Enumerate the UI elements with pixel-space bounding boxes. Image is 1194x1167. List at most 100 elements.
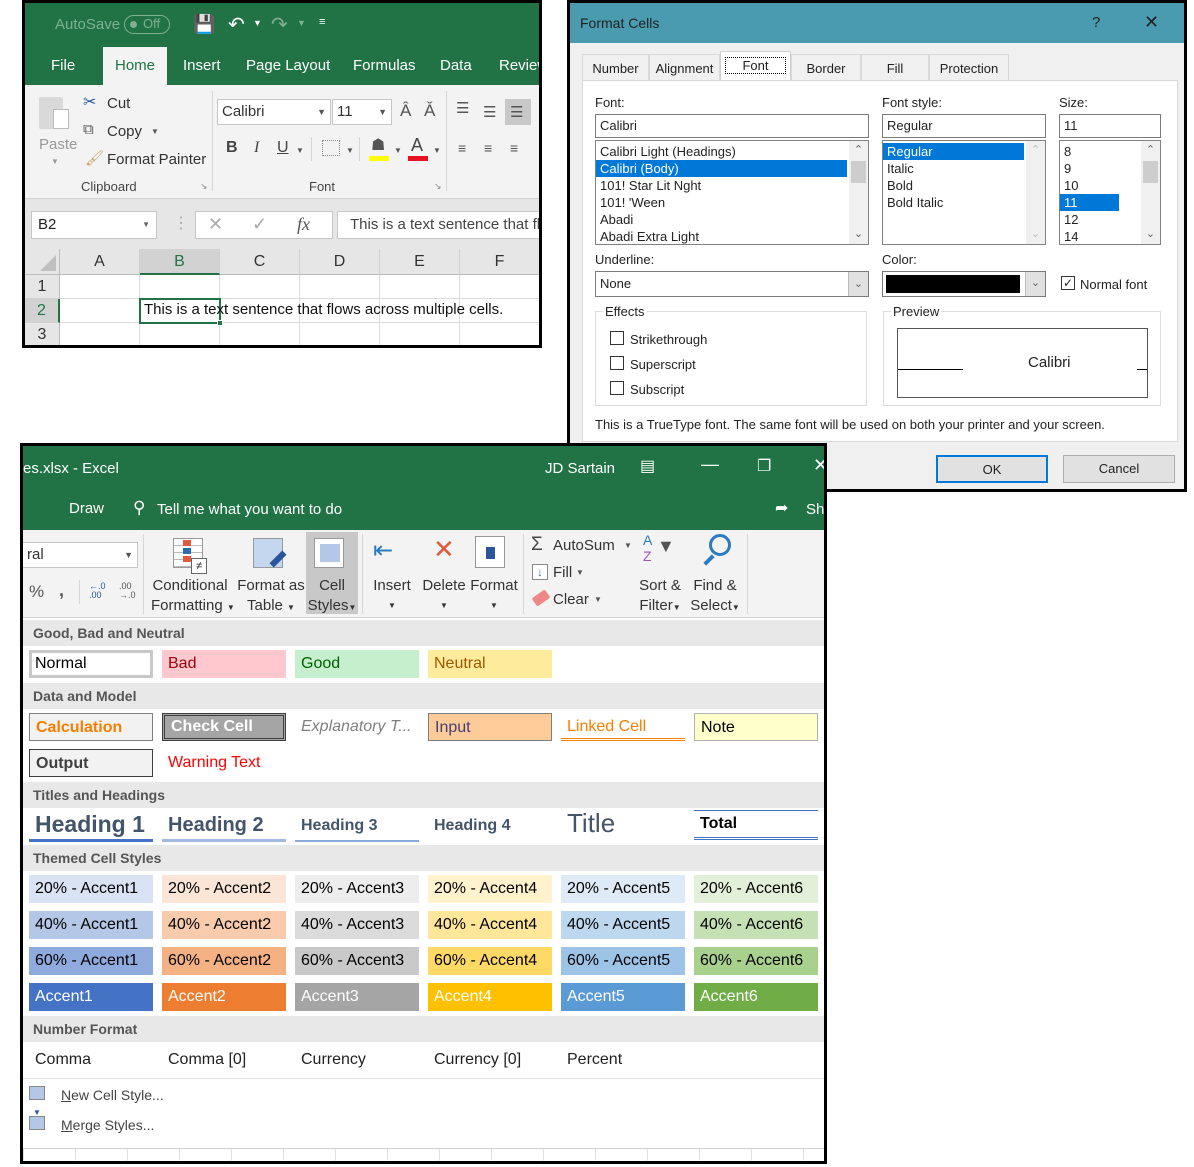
scroll-down-icon[interactable]: ⌄ [1141,227,1160,240]
font-style-scrollbar[interactable]: ⌃ ⌄ [1026,141,1045,244]
ribbon-display-icon[interactable]: ▤ [640,456,655,476]
cell-style-40-accent4[interactable]: 40% - Accent4 [428,911,552,939]
cell-style-currency[interactable]: Currency [295,1046,419,1074]
increase-decimal-icon[interactable]: ←.0.00 [89,582,106,600]
fill-dropdown-icon[interactable]: ▼ [394,146,402,155]
tab-font[interactable]: Font [720,51,791,82]
user-name[interactable]: JD Sartain [545,460,615,477]
cell-style-input[interactable]: Input [428,713,552,741]
cell-style-20-accent3[interactable]: 20% - Accent3 [295,875,419,903]
minimize-icon[interactable]: — [701,454,719,475]
cell-style-40-accent3[interactable]: 40% - Accent3 [295,911,419,939]
row-header-1[interactable]: 1 [25,275,60,299]
font-color-dropdown-icon[interactable]: ▼ [433,146,441,155]
font-size-combo[interactable]: 11 ▼ [332,99,392,125]
bottom-align-button[interactable]: ☰ [505,99,531,125]
paste-dropdown-icon[interactable]: ▼ [51,157,59,166]
column-header-a[interactable]: A [60,249,140,275]
cell-style-calculation[interactable]: Calculation [29,713,153,741]
cell-style-60-accent3[interactable]: 60% - Accent3 [295,947,419,975]
cell-style-accent2[interactable]: Accent2 [162,983,286,1011]
cut-button[interactable]: Cut [107,95,130,112]
share-button[interactable]: Sha [806,501,824,518]
copy-dropdown-icon[interactable]: ▼ [151,127,159,136]
strikethrough-label[interactable]: Strikethrough [630,332,707,347]
subscript-checkbox[interactable] [610,381,624,395]
undo-dropdown-icon[interactable]: ▼ [253,18,262,28]
paste-label[interactable]: Paste [39,136,77,153]
cell-style-accent1[interactable]: Accent1 [29,983,153,1011]
cell-style-title[interactable]: Title [561,810,685,842]
cell-style-bad[interactable]: Bad [162,650,286,678]
align-right-icon[interactable]: ≡ [510,140,518,156]
cell-style-check-cell[interactable]: Check Cell [162,713,286,741]
normal-font-label[interactable]: Normal font [1080,277,1147,292]
size-list-scrollbar[interactable]: ⌃ ⌄ [1141,141,1160,244]
select-all-button[interactable] [25,249,60,275]
format-painter-button[interactable]: Format Painter [107,151,206,168]
size-option[interactable]: 8 [1060,143,1140,160]
redo-dropdown-icon[interactable]: ▼ [297,18,306,28]
comma-style-button[interactable]: , [59,580,64,601]
cell-style-heading-3[interactable]: Heading 3 [295,810,419,842]
font-list-option[interactable]: 101! Star Lit Nght [596,177,868,194]
cell-style-60-accent1[interactable]: 60% - Accent1 [29,947,153,975]
fill-color-icon[interactable]: ☗ [371,135,385,155]
superscript-checkbox[interactable] [610,356,624,370]
align-left-icon[interactable]: ≡ [458,140,466,156]
tell-me-input[interactable]: Tell me what you want to do [157,501,342,518]
cell-style-linked-cell[interactable]: Linked Cell [561,713,685,741]
scroll-thumb[interactable] [851,161,866,183]
help-button[interactable]: ? [1092,14,1100,31]
autosave-toggle[interactable]: Off [124,15,170,34]
font-list-scrollbar[interactable]: ⌃ ⌄ [849,141,868,244]
font-style-option[interactable]: Bold [883,177,1045,194]
cancel-icon[interactable]: ✕ [208,214,223,235]
tab-border[interactable]: Border [791,54,861,81]
cell-style-heading-4[interactable]: Heading 4 [428,810,552,842]
size-option[interactable]: 12 [1060,211,1140,228]
redo-icon[interactable]: ↷ [271,12,288,37]
scroll-thumb[interactable] [1143,161,1158,183]
size-input[interactable]: 11 [1059,114,1161,138]
formula-input[interactable]: This is a text sentence that flows acros… [337,211,539,239]
paste-button[interactable] [35,93,71,137]
cancel-button[interactable]: Cancel [1063,455,1175,483]
cell-style-20-accent5[interactable]: 20% - Accent5 [561,875,685,903]
font-list-option[interactable]: Abadi Extra Light [596,228,868,244]
top-align-icon[interactable]: ☰ [456,99,469,117]
clear-dropdown-icon[interactable]: ▼ [594,595,602,604]
size-option[interactable]: 11 [1060,194,1119,211]
cell-styles-button[interactable]: Cell Styles▼ [306,532,358,614]
tab-fill[interactable]: Fill [861,54,929,81]
superscript-label[interactable]: Superscript [630,357,696,372]
tab-review[interactable]: Review [487,47,539,85]
clipboard-launcher-icon[interactable]: ↘ [200,181,208,192]
cell-style-accent5[interactable]: Accent5 [561,983,685,1011]
tab-home[interactable]: Home [103,47,168,85]
insert-button[interactable]: Insert ▼ [369,576,415,616]
autosum-button[interactable]: AutoSum [553,537,615,554]
font-launcher-icon[interactable]: ↘ [434,181,442,192]
italic-button[interactable]: I [254,139,259,157]
enter-icon[interactable]: ✓ [252,214,267,235]
undo-icon[interactable]: ↶ [228,12,245,37]
sort-filter-button[interactable]: Sort & Filter▼ [635,576,685,618]
font-color-icon[interactable]: A [411,135,423,156]
close-icon[interactable]: ✕ [813,455,824,476]
fill-dropdown-icon[interactable]: ▼ [576,568,584,577]
font-style-option[interactable]: Regular [883,143,1024,160]
cell-style-40-accent1[interactable]: 40% - Accent1 [29,911,153,939]
fill-handle[interactable] [217,320,223,326]
tab-protection[interactable]: Protection [929,54,1009,81]
copy-button[interactable]: Copy [107,123,142,140]
font-style-input[interactable]: Regular [882,114,1046,138]
tab-number[interactable]: Number [582,54,649,81]
cell-style-total[interactable]: Total [694,810,818,840]
font-list[interactable]: Calibri Light (Headings) Calibri (Body) 10… [595,140,869,245]
scroll-up-icon[interactable]: ⌃ [1141,143,1160,156]
tab-formulas[interactable]: Formulas [341,47,428,85]
strikethrough-checkbox[interactable] [610,331,624,345]
merge-styles-item[interactable]: Merge Styles... [61,1117,154,1133]
find-select-button[interactable]: Find & Select▼ [687,576,743,618]
